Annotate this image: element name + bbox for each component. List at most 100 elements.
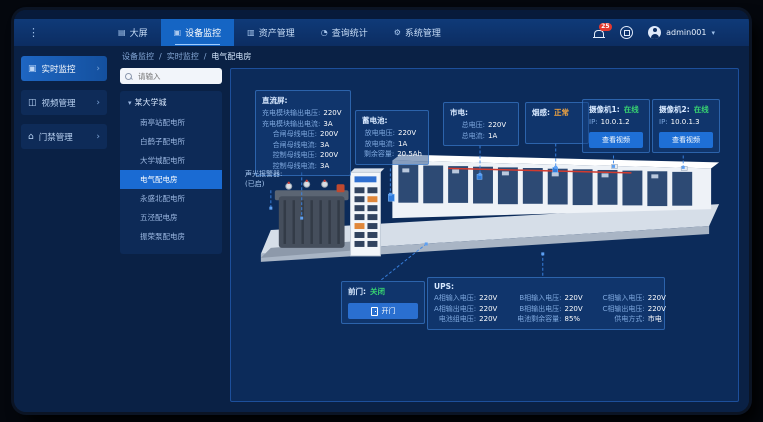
sound-light-alarm-label: 声光报警器: (已启) <box>245 169 282 189</box>
metric-label: 放电电流: <box>362 139 395 150</box>
smoke-sensor-panel: 烟感: 正常 <box>525 102 589 144</box>
dashboard-icon: ▤ <box>118 28 126 37</box>
app-body: ▣ 实时监控 › ◫ 视频管理 › ⌂ 门禁管理 › 设备监控 / 实时监控 / <box>14 46 749 412</box>
metric-value: 220V <box>323 108 347 119</box>
ups-phase-a-column: A相输入电压:220V A相输出电压:220V 电池组电压:220V <box>434 293 503 325</box>
metric-value: 1A <box>398 139 422 150</box>
search-icon <box>125 73 132 80</box>
metric-label: A相输出电压: <box>434 304 476 315</box>
nav-label: 资产管理 <box>259 26 295 39</box>
alarm-state: (已启) <box>245 179 282 189</box>
tree-item[interactable]: 白鹤子配电所 <box>120 132 222 151</box>
nav-item-query-stats[interactable]: ◔ 查询统计 <box>308 19 381 46</box>
sidebar-item-realtime-monitor[interactable]: ▣ 实时监控 › <box>21 56 107 81</box>
ups-phase-b-column: B相输入电压:220V B相输出电压:220V 电池剩余容量:85% <box>517 293 588 325</box>
metric-value: 200V <box>320 129 344 140</box>
nav-label: 大屏 <box>130 26 148 39</box>
view-video-button[interactable]: 查看视频 <box>589 132 643 148</box>
metric-label: B相输出电压: <box>517 304 561 315</box>
ip-label: IP: <box>589 117 598 128</box>
bell-glyph <box>594 30 604 38</box>
door-open-icon <box>371 307 378 316</box>
metric-value: 3A <box>320 140 344 151</box>
tree-item[interactable]: 南亭站配电所 <box>120 113 222 132</box>
door-label: 前门: <box>348 286 366 297</box>
metric-label: 合闸母线电压: <box>262 129 317 140</box>
breadcrumb-current: 电气配电房 <box>211 51 251 62</box>
nav-label: 系统管理 <box>405 26 441 39</box>
tree-item-selected[interactable]: 电气配电房 <box>120 170 222 189</box>
notification-count-badge: 25 <box>599 23 611 31</box>
door-status: 关闭 <box>370 286 385 297</box>
topbar-right-tools: 25 admin001 ▾ <box>593 26 749 39</box>
tree-item[interactable]: 振荣泵配电房 <box>120 227 222 246</box>
metric-label: C相输出电压: <box>603 304 645 315</box>
metric-label: 电池剩余容量: <box>517 314 561 325</box>
chevron-right-icon: › <box>96 98 100 108</box>
door-icon: ⌂ <box>28 132 34 142</box>
open-door-button[interactable]: 开门 <box>348 303 418 319</box>
tree-item[interactable]: 五泾配电房 <box>120 208 222 227</box>
realtime-monitor-icon: ▣ <box>28 64 37 74</box>
camera2-panel: 摄像机2: 在线 IP:10.0.1.3 查看视频 <box>652 99 720 153</box>
tree-root-node[interactable]: ▾某大学城 <box>120 97 222 108</box>
metric-label: 总电流: <box>450 131 485 142</box>
station-tree-panel: ▾某大学城 南亭站配电所 白鹤子配电所 大学城配电所 电气配电房 永盛北配电所 … <box>120 91 222 254</box>
sidebar-item-access-control[interactable]: ⌂ 门禁管理 › <box>21 124 107 149</box>
metric-label: B相输入电压: <box>517 293 561 304</box>
fullscreen-icon[interactable] <box>620 26 633 39</box>
top-navigation-bar: ⋮ ▤ 大屏 ▣ 设备监控 ▥ 资产管理 ◔ 查询统计 ⚙ 系统管理 25 <box>14 19 749 46</box>
battery-panel: 蓄电池: 放电电压:220V 放电电流:1A 剩余容量:20.5Ah <box>355 110 429 165</box>
panel-title: 烟感: <box>532 107 550 118</box>
metric-label: 合闸母线电流: <box>262 140 317 151</box>
room-monitor-viewport: 直流屏: 充电模块输出电压:220V 充电模块输出电流:3A 合闸母线电压:20… <box>230 68 739 402</box>
metric-value: 220V <box>479 293 503 304</box>
tree-search-box[interactable] <box>120 68 222 84</box>
breadcrumb-item[interactable]: 设备监控 <box>122 51 154 62</box>
camera1-ip: 10.0.1.2 <box>601 117 630 128</box>
metric-value: 220V <box>648 293 672 304</box>
nav-item-device-monitor[interactable]: ▣ 设备监控 <box>161 19 235 46</box>
breadcrumb-item[interactable]: 实时监控 <box>167 51 199 62</box>
metric-label: 充电模块输出电压: <box>262 108 320 119</box>
panel-title: 摄像机2: <box>659 104 690 115</box>
metric-label: 控制母线电压: <box>262 150 317 161</box>
metric-value: 20.5Ah <box>397 149 422 160</box>
nav-label: 查询统计 <box>332 26 368 39</box>
metric-value: 1A <box>488 131 512 142</box>
content-row: ▾某大学城 南亭站配电所 白鹤子配电所 大学城配电所 电气配电房 永盛北配电所 … <box>114 66 749 412</box>
gear-icon: ⚙ <box>394 28 401 37</box>
left-sidebar: ▣ 实时监控 › ◫ 视频管理 › ⌂ 门禁管理 › <box>14 46 114 412</box>
metric-label: 供电方式: <box>603 314 645 325</box>
video-icon: ◫ <box>28 98 37 108</box>
monitor-icon: ▣ <box>174 28 182 37</box>
smoke-status: 正常 <box>554 107 569 118</box>
camera2-ip: 10.0.1.3 <box>671 117 700 128</box>
sidebar-item-video-mgmt[interactable]: ◫ 视频管理 › <box>21 90 107 115</box>
view-video-button[interactable]: 查看视频 <box>659 132 713 148</box>
asset-icon: ▥ <box>247 28 255 37</box>
notification-bell-icon[interactable]: 25 <box>593 27 605 39</box>
tree-root-label: 某大学城 <box>135 98 167 107</box>
chevron-down-icon: ▾ <box>711 29 715 37</box>
right-column: 设备监控 / 实时监控 / 电气配电房 ▾某大学城 <box>114 46 749 412</box>
user-avatar <box>648 26 661 39</box>
nav-item-system-mgmt[interactable]: ⚙ 系统管理 <box>381 19 454 46</box>
chevron-right-icon: › <box>96 132 100 142</box>
tree-item[interactable]: 大学城配电所 <box>120 151 222 170</box>
nav-item-asset-mgmt[interactable]: ▥ 资产管理 <box>234 19 308 46</box>
panel-title: 摄像机1: <box>589 104 620 115</box>
nav-item-dashboard[interactable]: ▤ 大屏 <box>105 19 161 46</box>
tree-item[interactable]: 永盛北配电所 <box>120 189 222 208</box>
metric-value: 85% <box>565 314 589 325</box>
camera1-status: 在线 <box>624 104 639 115</box>
front-door-panel: 前门: 关闭 开门 <box>341 281 425 324</box>
user-menu[interactable]: admin001 ▾ <box>648 26 715 39</box>
search-input[interactable] <box>136 71 218 82</box>
metric-value: 200V <box>320 150 344 161</box>
alarm-name: 声光报警器: <box>245 169 282 179</box>
nav-label: 设备监控 <box>185 26 221 39</box>
username-text: admin001 <box>666 28 706 37</box>
metric-value: 220V <box>565 304 589 315</box>
menu-dots-icon[interactable]: ⋮ <box>28 26 39 39</box>
